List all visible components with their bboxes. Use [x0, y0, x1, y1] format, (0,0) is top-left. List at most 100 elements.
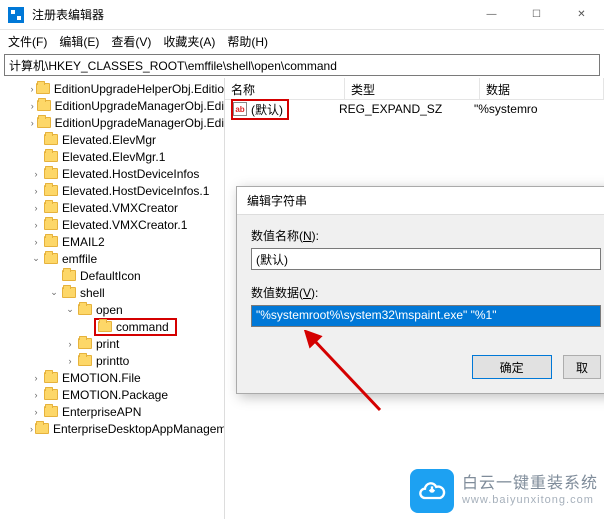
folder-icon: [36, 83, 50, 94]
tree-node-label: open: [96, 303, 123, 317]
chevron-right-icon[interactable]: ›: [30, 389, 42, 401]
dialog-title: 编辑字符串: [237, 187, 604, 215]
watermark: 白云一键重装系统 www.baiyunxitong.com: [410, 469, 598, 513]
folder-icon: [44, 219, 58, 230]
folder-icon: [44, 168, 58, 179]
list-row[interactable]: ab (默认) REG_EXPAND_SZ "%systemro: [225, 100, 604, 118]
app-icon: [8, 7, 24, 23]
tree-node[interactable]: › printto: [0, 352, 224, 369]
chevron-right-icon[interactable]: ›: [30, 185, 42, 197]
folder-icon: [35, 423, 49, 434]
menu-file[interactable]: 文件(F): [8, 33, 47, 50]
folder-icon: [44, 389, 58, 400]
chevron-down-icon[interactable]: ⌄: [48, 287, 60, 299]
tree-node[interactable]: › EnterpriseDesktopAppManagem: [0, 420, 224, 437]
tree-node-label: EditionUpgradeHelperObj.Editio: [54, 82, 224, 96]
chevron-down-icon[interactable]: ⌄: [30, 253, 42, 265]
chevron-right-icon[interactable]: ›: [30, 202, 42, 214]
tree-node[interactable]: › EMAIL2: [0, 233, 224, 250]
tree-node-label: EMAIL2: [62, 235, 105, 249]
list-header: 名称 类型 数据: [225, 78, 604, 100]
folder-icon: [44, 202, 58, 213]
tree-node-label: EditionUpgradeManagerObj.Edi: [55, 116, 224, 130]
col-header-type[interactable]: 类型: [345, 78, 480, 99]
chevron-right-icon[interactable]: ›: [30, 168, 42, 180]
chevron-right-icon[interactable]: ›: [30, 406, 42, 418]
cancel-button[interactable]: 取: [563, 355, 601, 379]
watermark-text-cn: 白云一键重装系统: [462, 475, 598, 493]
tree-node-label: Elevated.HostDeviceInfos.1: [62, 184, 209, 198]
menu-edit[interactable]: 编辑(E): [59, 33, 99, 50]
menu-view[interactable]: 查看(V): [111, 33, 151, 50]
value-name-input[interactable]: [251, 248, 601, 270]
tree-node[interactable]: command: [0, 318, 224, 335]
folder-icon: [37, 100, 51, 111]
tree-node[interactable]: ›Elevated.VMXCreator: [0, 199, 224, 216]
chevron-right-icon[interactable]: ›: [30, 100, 35, 112]
tree-node-label: Elevated.VMXCreator.1: [62, 218, 187, 232]
folder-icon: [44, 406, 58, 417]
tree-node[interactable]: › Elevated.HostDeviceInfos: [0, 165, 224, 182]
chevron-right-icon[interactable]: ›: [30, 423, 33, 435]
tree-node[interactable]: › EditionUpgradeManagerObj.Edi: [0, 114, 224, 131]
value-data-input[interactable]: "%systemroot%\system32\mspaint.exe" "%1": [251, 305, 601, 327]
address-bar[interactable]: 计算机\HKEY_CLASSES_ROOT\emffile\shell\open…: [4, 54, 600, 76]
folder-icon: [78, 304, 92, 315]
tree-node[interactable]: › Elevated.HostDeviceInfos.1: [0, 182, 224, 199]
chevron-down-icon[interactable]: ⌄: [64, 304, 76, 316]
folder-icon: [62, 270, 76, 281]
chevron-right-icon[interactable]: ›: [30, 117, 35, 129]
tree-node[interactable]: ›EMOTION.File: [0, 369, 224, 386]
twisty-none: [80, 321, 92, 333]
tree-node-label: printto: [96, 354, 129, 368]
tree-node[interactable]: ⌄emffile: [0, 250, 224, 267]
folder-icon: [37, 117, 51, 128]
tree-node[interactable]: ›print: [0, 335, 224, 352]
folder-icon: [44, 253, 58, 264]
string-value-icon: ab: [233, 102, 247, 116]
close-button[interactable]: ✕: [559, 0, 604, 29]
tree-node[interactable]: ⌄ shell: [0, 284, 224, 301]
tree-node-label: Elevated.ElevMgr: [62, 133, 156, 147]
tree-node[interactable]: DefaultIcon: [0, 267, 224, 284]
folder-icon: [44, 134, 58, 145]
menu-help[interactable]: 帮助(H): [227, 33, 268, 50]
maximize-button[interactable]: ☐: [514, 0, 559, 29]
col-header-data[interactable]: 数据: [480, 78, 604, 99]
folder-icon: [44, 151, 58, 162]
tree-node-label: shell: [80, 286, 105, 300]
tree-node[interactable]: › EditionUpgradeHelperObj.Editio: [0, 80, 224, 97]
tree-node[interactable]: › Elevated.VMXCreator.1: [0, 216, 224, 233]
tree-node[interactable]: ›EditionUpgradeManagerObj.Edi: [0, 97, 224, 114]
chevron-right-icon[interactable]: ›: [30, 372, 42, 384]
watermark-text-en: www.baiyunxitong.com: [462, 494, 598, 507]
tree-node-label: command: [116, 320, 169, 334]
chevron-right-icon[interactable]: ›: [30, 83, 34, 95]
tree-node[interactable]: › EnterpriseAPN: [0, 403, 224, 420]
tree-node[interactable]: ⌄ open: [0, 301, 224, 318]
tree-node-label: EMOTION.Package: [62, 388, 168, 402]
tree-panel[interactable]: ›EditionUpgradeHelperObj.Editio›EditionU…: [0, 78, 225, 519]
chevron-right-icon[interactable]: ›: [64, 355, 76, 367]
chevron-right-icon[interactable]: ›: [64, 338, 76, 350]
ok-button[interactable]: 确定: [472, 355, 552, 379]
tree-node[interactable]: Elevated.ElevMgr.1: [0, 148, 224, 165]
folder-icon: [78, 338, 92, 349]
tree-node[interactable]: › EMOTION.Package: [0, 386, 224, 403]
chevron-right-icon[interactable]: ›: [30, 219, 42, 231]
row-type: REG_EXPAND_SZ: [339, 102, 474, 116]
folder-icon: [44, 372, 58, 383]
chevron-right-icon[interactable]: ›: [30, 236, 42, 248]
tree-node-label: EnterpriseAPN: [62, 405, 141, 419]
minimize-button[interactable]: —: [469, 0, 514, 29]
row-data: "%systemro: [474, 102, 604, 116]
col-header-name[interactable]: 名称: [225, 78, 345, 99]
folder-icon: [98, 321, 112, 332]
value-name-label: 数值名称(N):: [251, 227, 601, 244]
tree-node-label: Elevated.HostDeviceInfos: [62, 167, 199, 181]
tree-node-label: EnterpriseDesktopAppManagem: [53, 422, 225, 436]
twisty-none: [30, 151, 42, 163]
menu-favorites[interactable]: 收藏夹(A): [163, 33, 215, 50]
menubar: 文件(F) 编辑(E) 查看(V) 收藏夹(A) 帮助(H): [0, 30, 604, 52]
tree-node[interactable]: Elevated.ElevMgr: [0, 131, 224, 148]
